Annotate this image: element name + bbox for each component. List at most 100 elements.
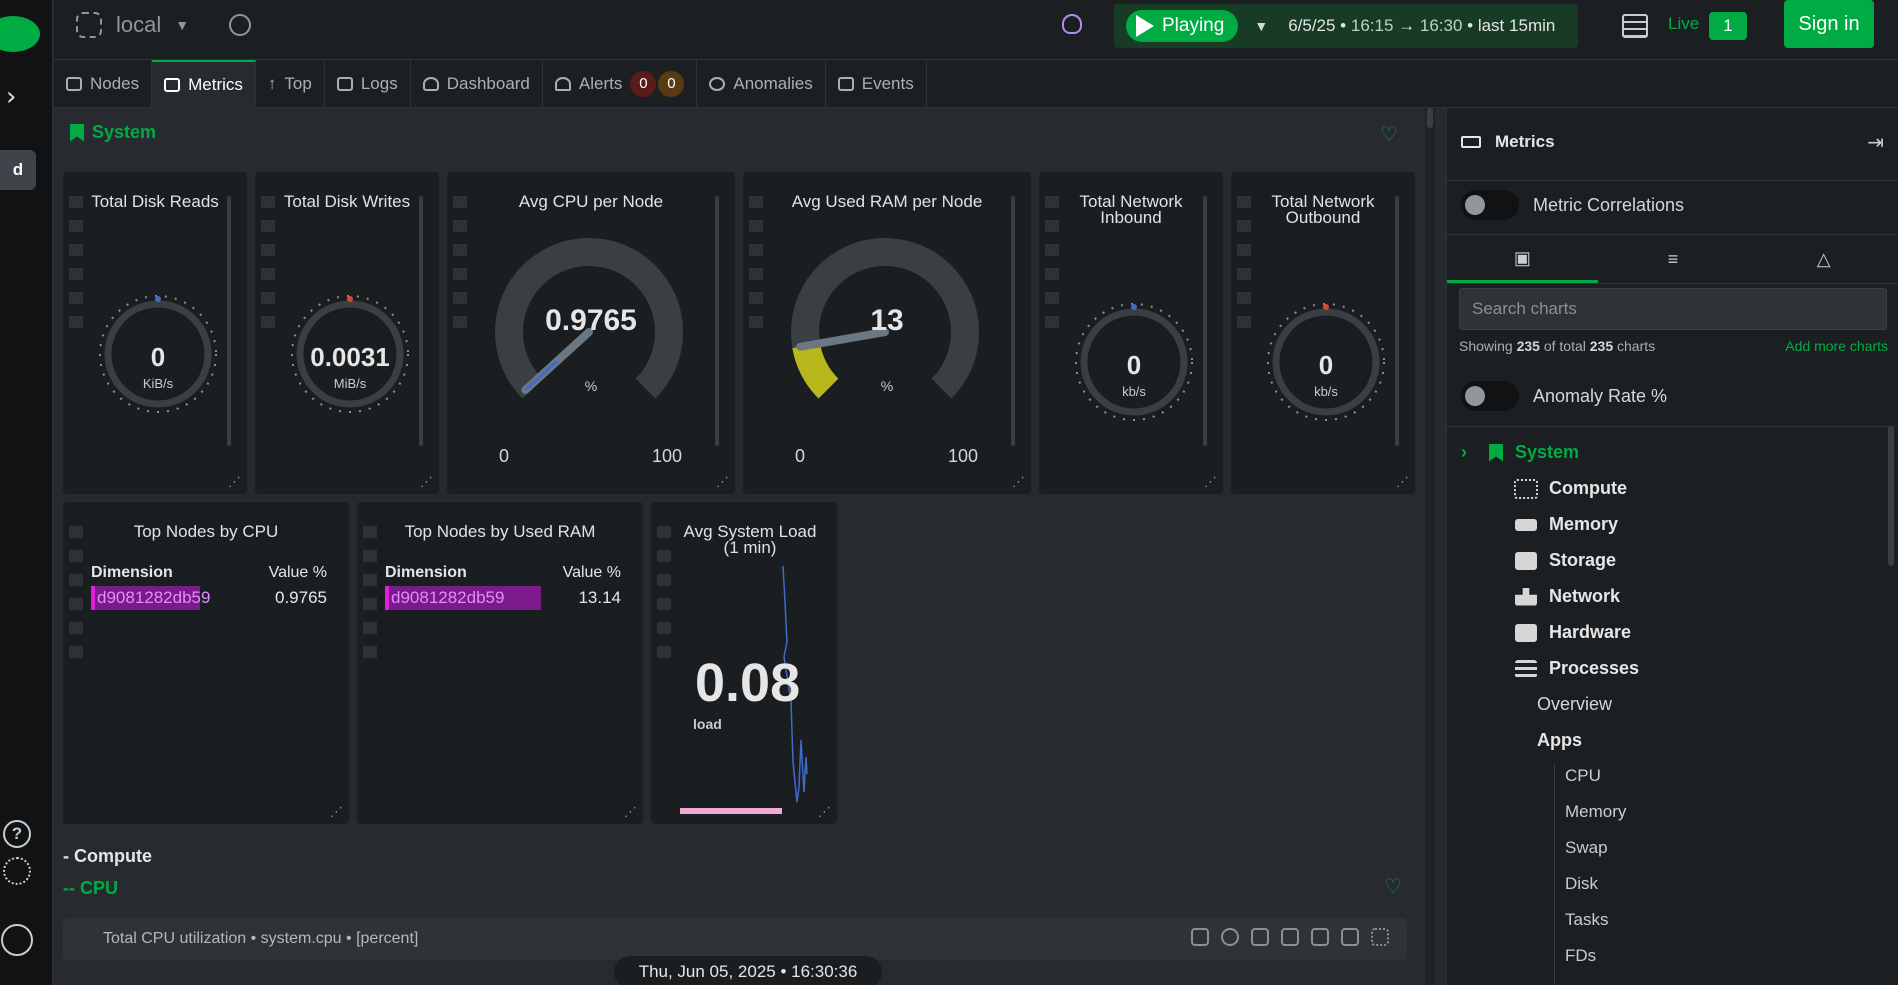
tab-alerts-panel[interactable]: △ bbox=[1748, 236, 1898, 283]
chart-scrollbar[interactable] bbox=[227, 196, 231, 446]
tree-item-apps-memory[interactable]: Memory bbox=[1565, 802, 1626, 822]
tree-item-apps-fds[interactable]: FDs bbox=[1565, 946, 1596, 966]
chart-avg-system-load[interactable]: Avg System Load (1 min) 0.08 load ⋰ bbox=[651, 502, 837, 824]
tree-label: Apps bbox=[1537, 730, 1582, 750]
room-selector[interactable]: local ▼ bbox=[76, 12, 252, 38]
tree-label: Storage bbox=[1549, 550, 1617, 570]
compute-heading: - Compute bbox=[63, 846, 152, 866]
resize-handle-icon[interactable]: ⋰ bbox=[1204, 475, 1217, 490]
help-icon[interactable]: ? bbox=[3, 820, 31, 848]
metric-correlations-toggle[interactable] bbox=[1461, 190, 1519, 220]
room-settings-icon[interactable] bbox=[229, 14, 252, 36]
tree-item-apps-disk[interactable]: Disk bbox=[1565, 874, 1598, 894]
expand-sidebar-icon[interactable]: › bbox=[6, 82, 16, 112]
resize-handle-icon[interactable]: ⋰ bbox=[716, 475, 729, 490]
tree-item-apps-swap[interactable]: Swap bbox=[1565, 838, 1608, 858]
chart-total-disk-reads[interactable]: Total Disk Reads 0 KiB/s ⋰ bbox=[63, 172, 247, 494]
tab-events[interactable]: Events bbox=[826, 60, 927, 108]
panel-scrollbar[interactable] bbox=[1888, 426, 1894, 566]
tree-item-hardware[interactable]: Hardware bbox=[1515, 622, 1631, 643]
tree-item-apps-tasks[interactable]: Tasks bbox=[1565, 910, 1608, 930]
chart-avg-cpu-per-node[interactable]: Avg CPU per Node 0.9765 % 0 100 ⋰ bbox=[447, 172, 735, 494]
chevron-down-icon[interactable]: ▼ bbox=[1254, 18, 1268, 34]
resize-handle-icon[interactable]: ⋰ bbox=[818, 805, 831, 820]
group-by-icon[interactable] bbox=[1251, 928, 1269, 946]
play-pause-button[interactable]: Playing bbox=[1126, 10, 1239, 42]
tree-item-system[interactable]: › System bbox=[1461, 442, 1579, 463]
resize-handle-icon[interactable]: ⋰ bbox=[420, 475, 433, 490]
tree-guide bbox=[1554, 764, 1555, 985]
lightbulb-icon[interactable] bbox=[1062, 14, 1082, 34]
add-more-charts-link[interactable]: Add more charts bbox=[1785, 338, 1888, 354]
space-avatar[interactable]: d bbox=[0, 150, 36, 190]
ring-gauge bbox=[291, 295, 409, 413]
table-row[interactable]: d9081282db59 13.14 bbox=[385, 586, 621, 610]
tree-item-network[interactable]: Network bbox=[1515, 586, 1620, 607]
fullscreen-icon[interactable] bbox=[1281, 928, 1299, 946]
user-avatar-icon[interactable] bbox=[1, 924, 33, 956]
chart-avg-used-ram-per-node[interactable]: Avg Used RAM per Node 13 % 0 100 ⋰ bbox=[743, 172, 1031, 494]
drag-handle-icon[interactable] bbox=[1371, 928, 1389, 946]
resize-handle-icon[interactable]: ⋰ bbox=[624, 805, 637, 820]
resize-handle-icon[interactable]: ⋰ bbox=[330, 805, 343, 820]
ring-gauge bbox=[1267, 303, 1385, 421]
chart-total-network-outbound[interactable]: Total Network Outbound 0 kb/s ⋰ bbox=[1231, 172, 1415, 494]
time-range-picker[interactable]: 6/5/25 • 16:15 → 16:30 • last 15min bbox=[1288, 16, 1555, 36]
collapse-panel-icon[interactable]: ⇥ bbox=[1867, 130, 1884, 154]
chart-scrollbar[interactable] bbox=[1011, 196, 1015, 446]
chart-scrollbar[interactable] bbox=[1203, 196, 1207, 446]
tree-item-memory[interactable]: Memory bbox=[1515, 514, 1618, 535]
heart-icon[interactable]: ♡ bbox=[1380, 122, 1398, 146]
chart-scrollbar[interactable] bbox=[419, 196, 423, 446]
tree-item-compute[interactable]: Compute bbox=[1514, 478, 1627, 499]
resize-handle-icon[interactable]: ⋰ bbox=[1012, 475, 1025, 490]
chart-scrollbar[interactable] bbox=[715, 196, 719, 446]
tab-filters[interactable]: ≡ bbox=[1598, 236, 1749, 283]
resize-handle-icon[interactable]: ⋰ bbox=[228, 475, 241, 490]
sign-in-button[interactable]: Sign in bbox=[1784, 0, 1874, 48]
tab-alerts[interactable]: Alerts 0 0 bbox=[543, 60, 698, 108]
tab-metrics[interactable]: Metrics bbox=[152, 60, 256, 108]
chart-top-nodes-by-cpu[interactable]: Top Nodes by CPU Dimension Value % d90812… bbox=[63, 502, 349, 824]
heart-icon[interactable]: ♡ bbox=[1384, 874, 1402, 898]
tree-item-apps-cpu[interactable]: CPU bbox=[1565, 766, 1601, 786]
dimension-header: Dimension bbox=[385, 564, 467, 581]
dimension-cell: d9081282db59 bbox=[91, 586, 210, 610]
tab-label: Nodes bbox=[90, 74, 140, 93]
tab-top[interactable]: ↑ Top bbox=[256, 60, 325, 108]
scrollbar-thumb[interactable] bbox=[1427, 108, 1433, 128]
tab-charts[interactable]: ▣ bbox=[1447, 236, 1598, 283]
anomaly-rate-toggle[interactable] bbox=[1461, 381, 1519, 411]
chart-total-network-inbound[interactable]: Total Network Inbound 0 kb/s ⋰ bbox=[1039, 172, 1223, 494]
search-charts-input[interactable] bbox=[1459, 288, 1887, 330]
table-row[interactable]: d9081282db59 0.9765 bbox=[91, 586, 327, 610]
gauge-unit: MiB/s bbox=[333, 376, 367, 391]
main-scrollbar[interactable] bbox=[1425, 108, 1435, 985]
netdata-logo[interactable] bbox=[0, 16, 40, 52]
resize-handle-icon[interactable]: ⋰ bbox=[1396, 475, 1409, 490]
live-count-badge[interactable]: 1 bbox=[1709, 12, 1747, 40]
chart-title: Total CPU utilization • system.cpu • [pe… bbox=[103, 930, 419, 947]
download-icon[interactable] bbox=[1311, 928, 1329, 946]
save-icon[interactable] bbox=[1341, 928, 1359, 946]
bar-edge bbox=[385, 586, 389, 610]
chart-title: Top Nodes by Used RAM bbox=[404, 522, 596, 541]
tree-item-apps[interactable]: Apps bbox=[1537, 730, 1582, 751]
tab-nodes[interactable]: Nodes bbox=[54, 60, 153, 108]
nodes-status-icon[interactable] bbox=[1622, 14, 1648, 38]
chart-total-cpu-utilization[interactable]: Total CPU utilization • system.cpu • [pe… bbox=[63, 918, 1407, 960]
tab-dashboard[interactable]: Dashboard bbox=[411, 60, 543, 108]
tab-anomalies[interactable]: Anomalies bbox=[697, 60, 826, 108]
settings-icon[interactable] bbox=[3, 857, 31, 885]
chart-scrollbar[interactable] bbox=[1395, 196, 1399, 446]
tree-item-storage[interactable]: Storage bbox=[1515, 550, 1616, 571]
critical-alerts-badge: 0 bbox=[630, 71, 657, 97]
tab-logs[interactable]: Logs bbox=[325, 60, 411, 108]
tree-item-processes[interactable]: Processes bbox=[1515, 658, 1639, 679]
tree-item-overview[interactable]: Overview bbox=[1537, 694, 1612, 715]
chart-total-disk-writes[interactable]: Total Disk Writes 0.0031 MiB/s ⋰ bbox=[255, 172, 439, 494]
bell-icon[interactable] bbox=[1191, 928, 1209, 946]
logs-icon bbox=[336, 77, 353, 91]
info-icon[interactable] bbox=[1221, 928, 1239, 946]
chart-top-nodes-by-used-ram[interactable]: Top Nodes by Used RAM Dimension Value % d… bbox=[357, 502, 643, 824]
